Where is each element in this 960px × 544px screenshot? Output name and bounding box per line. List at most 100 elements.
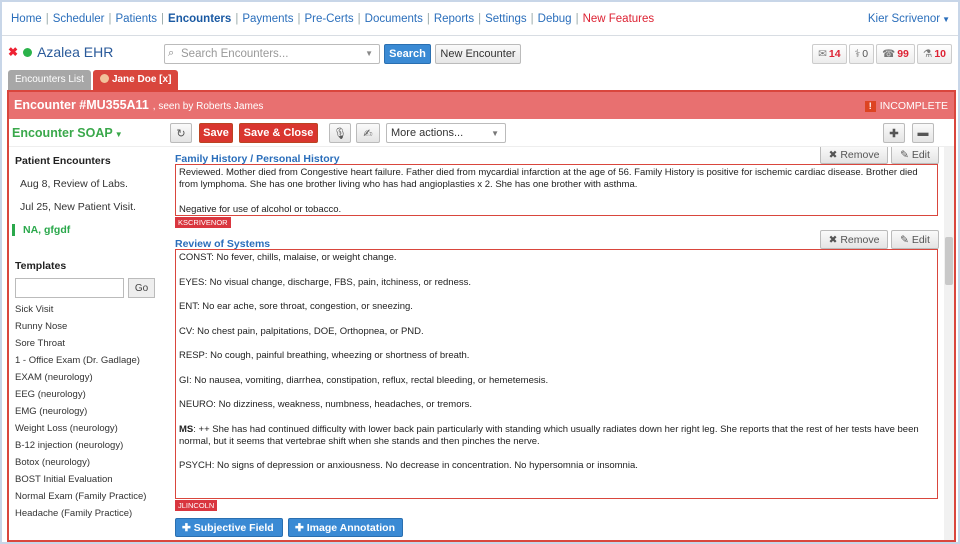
- template-item[interactable]: BOST Initial Evaluation: [15, 474, 169, 485]
- ros-box[interactable]: CONST: No fever, chills, malaise, or wei…: [175, 249, 938, 499]
- chevron-down-icon: ▼: [942, 15, 950, 24]
- ros-line: GI: No nausea, vomiting, diarrhea, const…: [179, 374, 549, 386]
- nav-debug[interactable]: Debug: [538, 13, 572, 25]
- logo-text: Azalea EHR: [37, 44, 114, 60]
- seen-by: , seen by Roberts James: [152, 101, 264, 112]
- template-item[interactable]: Weight Loss (neurology): [15, 423, 169, 434]
- encounter-item-selected[interactable]: NA, gfgdf: [12, 224, 169, 236]
- encounter-item[interactable]: Jul 25, New Patient Visit.: [20, 201, 169, 213]
- ros-remove-button[interactable]: ✖ Remove: [820, 230, 888, 249]
- content-scrollbar[interactable]: [944, 147, 954, 540]
- sign-button[interactable]: ✍︎: [356, 123, 380, 143]
- nav-payments[interactable]: Payments: [242, 13, 293, 25]
- template-search-input[interactable]: [15, 278, 124, 298]
- nav-pre-certs[interactable]: Pre-Certs: [304, 13, 353, 25]
- scrollbar-thumb[interactable]: [945, 237, 953, 285]
- ros-edit-button[interactable]: ✎ Edit: [891, 230, 939, 249]
- family-remove-label: Remove: [840, 149, 880, 161]
- chevron-down-icon[interactable]: ▼: [365, 49, 373, 58]
- more-actions-value: More actions...: [391, 127, 464, 139]
- template-go-button[interactable]: Go: [128, 278, 155, 298]
- family-history-box[interactable]: Reviewed. Mother died from Congestive he…: [175, 164, 938, 216]
- search-button[interactable]: Search: [384, 44, 431, 64]
- template-item[interactable]: Sore Throat: [15, 338, 169, 349]
- refresh-button[interactable]: ↻: [170, 123, 192, 143]
- ros-line: EYES: No visual change, discharge, FBS, …: [179, 276, 472, 288]
- inbox-badge[interactable]: ✉ 14: [812, 44, 847, 64]
- phone-count: 99: [897, 48, 909, 60]
- tab-patient[interactable]: Jane Doe [x]: [92, 70, 179, 90]
- template-item[interactable]: EXAM (neurology): [15, 372, 169, 383]
- pill-badge[interactable]: ⚕ 0: [848, 44, 875, 64]
- family-edit-button[interactable]: ✎ Edit: [891, 147, 939, 164]
- template-item[interactable]: B-12 injection (neurology): [15, 440, 169, 451]
- header-bar: ✖ Azalea EHR ⌕ Search Encounters... ▼ Se…: [2, 37, 958, 69]
- collapse-button[interactable]: ▬: [912, 123, 934, 143]
- template-item[interactable]: Sick Visit: [15, 304, 169, 315]
- app-logo[interactable]: ✖ Azalea EHR: [8, 44, 113, 60]
- tab-encounters-list[interactable]: Encounters List: [8, 70, 91, 90]
- search-placeholder: Search Encounters...: [181, 48, 289, 60]
- author-tag: JLINCOLN: [175, 500, 218, 511]
- family-history-text: Reviewed. Mother died from Congestive he…: [179, 167, 918, 190]
- template-item[interactable]: 1 - Office Exam (Dr. Gadlage): [15, 355, 169, 366]
- user-menu[interactable]: Kier Scrivenor ▼: [868, 13, 950, 25]
- plus-icon: ✚: [182, 522, 191, 534]
- remove-icon: ✖: [828, 149, 838, 161]
- nav-patients[interactable]: Patients: [115, 13, 157, 25]
- save-button[interactable]: Save: [199, 123, 233, 143]
- microphone-button[interactable]: 🎙︎: [329, 123, 351, 143]
- template-item[interactable]: Headache (Family Practice): [15, 508, 169, 519]
- encounter-panel: Encounter #MU355A11, seen by Roberts Jam…: [7, 90, 956, 542]
- flask-badge[interactable]: ⚗ 10: [916, 44, 952, 64]
- template-item[interactable]: EMG (neurology): [15, 406, 169, 417]
- inbox-count: 14: [828, 48, 841, 60]
- refresh-icon: ↻: [176, 128, 186, 140]
- nav-encounters[interactable]: Encounters: [168, 13, 231, 25]
- warning-icon: !: [864, 101, 876, 112]
- ros-line: CV: No chest pain, palpitations, DOE, Or…: [179, 325, 424, 337]
- template-item[interactable]: Runny Nose: [15, 321, 169, 332]
- user-name: Kier Scrivenor: [867, 13, 941, 25]
- encounter-item[interactable]: Aug 8, Review of Labs.: [20, 178, 169, 190]
- soap-dropdown[interactable]: Encounter SOAP ▼: [12, 126, 123, 140]
- nav-documents[interactable]: Documents: [365, 13, 423, 25]
- nav-scheduler[interactable]: Scheduler: [53, 13, 105, 25]
- more-actions-select[interactable]: More actions... ▼: [386, 123, 506, 143]
- add-image-annotation-button[interactable]: ✚ Image Annotation: [288, 518, 403, 537]
- encounter-toolbar: Encounter SOAP ▼ ↻ Save Save & Close 🎙︎ ✍…: [9, 119, 954, 147]
- logo-mark-icon: ✖: [8, 45, 19, 59]
- nav-new-features[interactable]: New Features: [583, 13, 655, 25]
- template-item[interactable]: Botox (neurology): [15, 457, 169, 468]
- soap-content: ✖ Remove ✎ Edit Family History / Persona…: [175, 147, 954, 540]
- search-input[interactable]: ⌕ Search Encounters... ▼: [164, 44, 380, 64]
- encounter-header: Encounter #MU355A11, seen by Roberts Jam…: [9, 92, 954, 119]
- family-edit-label: Edit: [911, 149, 930, 161]
- tab-patient-label: Jane Doe [x]: [111, 74, 172, 85]
- search-icon: ⌕: [168, 47, 175, 59]
- template-list: Sick Visit Runny Nose Sore Throat 1 - Of…: [9, 304, 169, 519]
- status-badge: ! INCOMPLETE: [864, 100, 948, 112]
- pill-count: 0: [862, 48, 869, 60]
- expand-button[interactable]: ✚: [883, 123, 905, 143]
- status-text: INCOMPLETE: [879, 100, 948, 112]
- nav-home[interactable]: Home: [11, 13, 42, 25]
- author-tag: KSCRIVENOR: [175, 217, 231, 228]
- new-encounter-button[interactable]: New Encounter: [435, 44, 521, 64]
- caret-down-icon: ▼: [114, 130, 123, 139]
- template-item[interactable]: EEG (neurology): [15, 389, 169, 400]
- notification-badges: ✉ 14 ⚕ 0 ☎ 99 ⚗ 10: [812, 44, 952, 64]
- subjective-field-label: Subjective Field: [193, 522, 274, 534]
- phone-badge[interactable]: ☎ 99: [876, 44, 915, 64]
- save-close-button[interactable]: Save & Close: [239, 123, 318, 143]
- add-subjective-field-button[interactable]: ✚ Subjective Field: [175, 518, 283, 537]
- ros-line: RESP: No cough, painful breathing, wheez…: [179, 350, 470, 361]
- nav-reports[interactable]: Reports: [434, 13, 474, 25]
- family-remove-button[interactable]: ✖ Remove: [820, 147, 888, 164]
- microphone-icon: 🎙︎: [333, 128, 347, 140]
- nav-links: Home | Scheduler | Patients | Encounters | Payme…: [11, 13, 655, 25]
- image-annotation-label: Image Annotation: [306, 522, 396, 534]
- inbox-icon: ✉: [818, 48, 827, 60]
- nav-settings[interactable]: Settings: [485, 13, 527, 25]
- template-item[interactable]: Normal Exam (Family Practice): [15, 491, 169, 502]
